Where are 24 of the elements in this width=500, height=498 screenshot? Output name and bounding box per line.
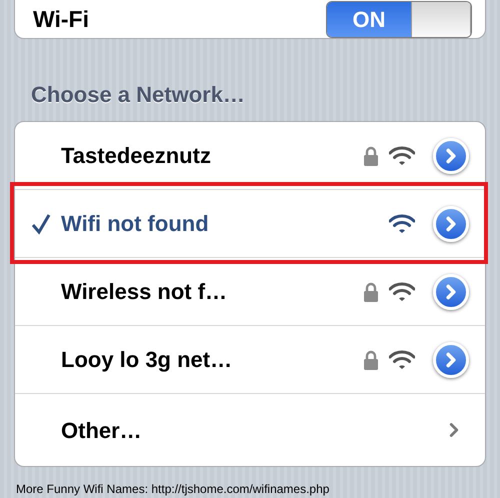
wifi-signal-icon	[389, 214, 415, 234]
toggle-state-label: ON	[327, 2, 411, 37]
caption: More Funny Wifi Names: http://tjshome.com/wifinames.php	[16, 482, 330, 496]
network-name: Wifi not found	[61, 210, 210, 238]
wifi-signal-icon	[389, 282, 415, 302]
checkmark-icon	[31, 212, 51, 234]
network-name: Wireless not f…	[61, 278, 228, 306]
toggle-knob	[411, 2, 471, 37]
network-row[interactable]: Tastedeeznutz	[15, 122, 485, 190]
network-row[interactable]: Wireless not f…	[15, 258, 485, 326]
network-row[interactable]: Looy lo 3g net…	[15, 326, 485, 394]
other-row[interactable]: Other…	[15, 394, 485, 466]
lock-icon	[363, 350, 379, 370]
section-title: Choose a Network…	[31, 80, 245, 108]
wifi-signal-icon	[389, 350, 415, 370]
lock-icon	[363, 282, 379, 302]
wifi-toggle[interactable]: ON	[326, 1, 472, 38]
other-label: Other…	[61, 416, 142, 444]
wifi-signal-icon	[389, 146, 415, 166]
wifi-label: Wi-Fi	[33, 5, 89, 34]
network-name: Looy lo 3g net…	[61, 346, 234, 374]
network-name: Tastedeeznutz	[61, 142, 212, 170]
network-row[interactable]: Wifi not found	[15, 190, 485, 258]
lock-icon	[363, 146, 379, 166]
